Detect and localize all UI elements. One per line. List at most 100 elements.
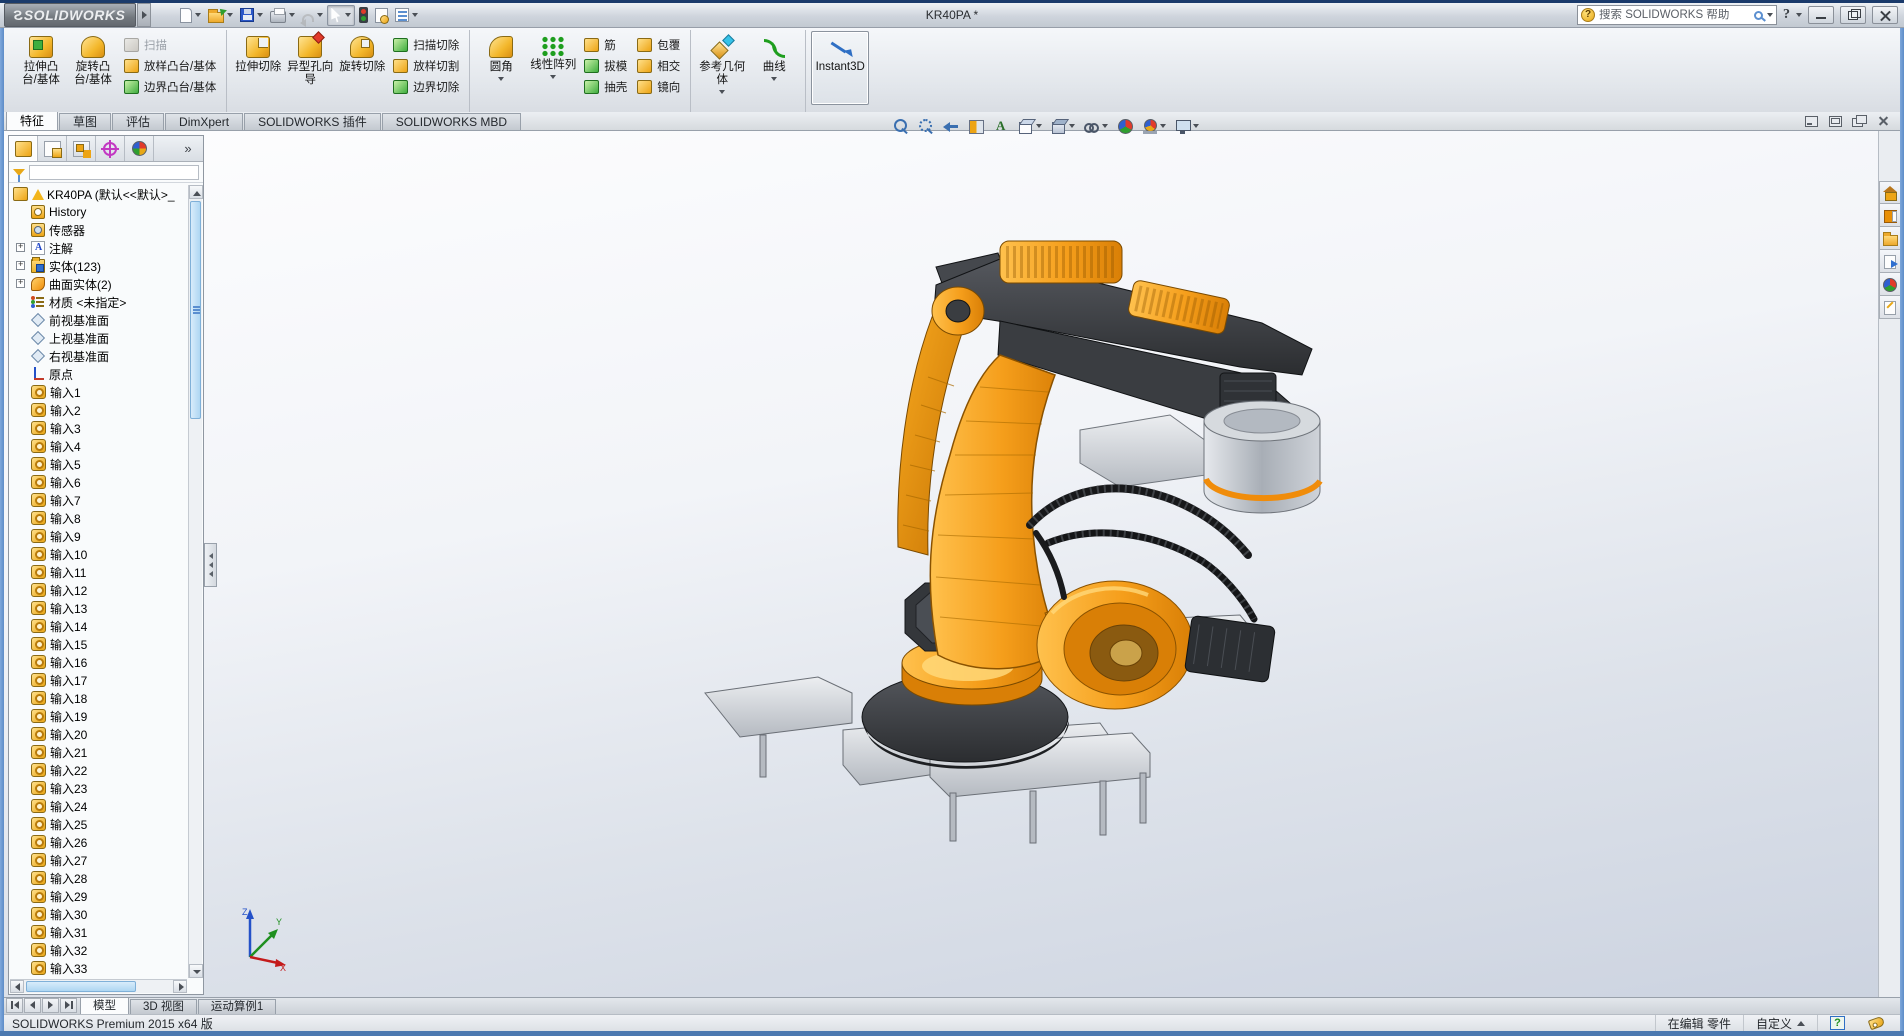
tree-item[interactable]: 输入22 [11, 761, 186, 779]
ribbon-button[interactable]: 放样凸台/基体 [119, 55, 221, 76]
close-button[interactable] [1872, 6, 1898, 24]
quick-access-button[interactable] [299, 7, 326, 24]
ribbon-button[interactable]: 拉伸凸台/基体 [15, 31, 67, 105]
command-tab[interactable]: 草图 [59, 113, 111, 130]
panel-overflow-button[interactable]: » [173, 136, 203, 161]
view-tool-button[interactable] [889, 115, 913, 137]
view-tool-button[interactable] [1047, 115, 1079, 137]
tree-item[interactable]: 输入8 [11, 509, 186, 527]
tree-item[interactable]: 右视基准面 [11, 347, 186, 365]
doc-restore-button[interactable] [1826, 114, 1844, 128]
ribbon-button[interactable]: 拔模 [579, 55, 632, 76]
search-icon[interactable] [1754, 11, 1763, 20]
search-options-caret[interactable] [1767, 13, 1773, 17]
flyout-caret-icon[interactable] [498, 77, 504, 81]
task-pane-tab[interactable] [1879, 250, 1900, 273]
quick-access-button[interactable] [237, 6, 266, 24]
dropdown-caret-icon[interactable] [227, 13, 233, 17]
dropdown-caret-icon[interactable] [257, 13, 263, 17]
tree-item[interactable]: 原点 [11, 365, 186, 383]
robot-3d-model[interactable] [700, 225, 1380, 855]
document-tab[interactable]: 运动算例1 [198, 999, 276, 1014]
status-help[interactable] [1817, 1015, 1857, 1031]
tree-item[interactable]: 曲面实体(2) [11, 275, 186, 293]
help-caret[interactable] [1796, 13, 1802, 17]
tree-item[interactable]: 输入30 [11, 905, 186, 923]
tree-item[interactable]: 输入14 [11, 617, 186, 635]
quick-access-button[interactable] [205, 6, 236, 25]
tree-item[interactable]: 输入33 [11, 959, 186, 977]
dropdown-caret-icon[interactable] [195, 13, 201, 17]
task-pane-tab[interactable] [1879, 273, 1900, 296]
ribbon-button[interactable]: 包覆 [632, 34, 685, 55]
ribbon-button[interactable]: 扫描 [119, 34, 221, 55]
ribbon-button[interactable]: 拉伸切除 [232, 31, 284, 105]
help-button[interactable]: ? [1783, 7, 1790, 23]
next-tab-button[interactable] [42, 998, 59, 1013]
last-tab-button[interactable] [60, 998, 77, 1013]
panel-splitter-handle[interactable] [204, 543, 217, 587]
tree-item[interactable]: History [11, 203, 186, 221]
ribbon-button[interactable]: 镜向 [632, 76, 685, 97]
quick-access-button[interactable] [392, 6, 421, 24]
doc-close-button[interactable] [1874, 114, 1892, 128]
flyout-caret-icon[interactable] [771, 77, 777, 81]
dropdown-caret-icon[interactable] [317, 13, 323, 17]
tree-item[interactable]: 输入7 [11, 491, 186, 509]
tree-root-item[interactable]: KR40PA (默认<<默认>_ [11, 185, 186, 203]
task-pane-tab[interactable] [1879, 227, 1900, 250]
command-tab[interactable]: SOLIDWORKS 插件 [244, 113, 381, 130]
restore-button[interactable] [1840, 6, 1866, 24]
status-tag[interactable] [1857, 1015, 1900, 1031]
ribbon-button[interactable]: 筋 [579, 34, 632, 55]
tree-item[interactable]: 注解 [11, 239, 186, 257]
tree-item[interactable]: 输入5 [11, 455, 186, 473]
command-tab[interactable]: SOLIDWORKS MBD [382, 113, 521, 130]
tree-item[interactable]: 输入23 [11, 779, 186, 797]
tree-item[interactable]: 输入9 [11, 527, 186, 545]
ribbon-button[interactable]: 线性阵列 [527, 31, 579, 105]
tree-item[interactable]: 输入10 [11, 545, 186, 563]
tree-item[interactable]: 输入25 [11, 815, 186, 833]
document-tab[interactable]: 3D 视图 [130, 999, 197, 1014]
quick-access-button[interactable] [177, 6, 204, 25]
tree-item[interactable]: 输入21 [11, 743, 186, 761]
flyout-caret-icon[interactable] [1160, 124, 1166, 128]
customize-button[interactable]: 自定义 [1743, 1015, 1817, 1031]
ribbon-button[interactable]: 放样切割 [388, 55, 464, 76]
ribbon-button[interactable]: 扫描切除 [388, 34, 464, 55]
ribbon-button[interactable]: 旋转凸台/基体 [67, 31, 119, 105]
tree-item[interactable]: 输入24 [11, 797, 186, 815]
ribbon-button[interactable]: Instant3D [811, 31, 869, 105]
previous-tab-button[interactable] [24, 998, 41, 1013]
quick-access-button[interactable] [267, 6, 298, 25]
doc-cascade-button[interactable] [1850, 114, 1868, 128]
tree-item[interactable]: 输入1 [11, 383, 186, 401]
help-search-box[interactable] [1577, 5, 1777, 25]
ribbon-button[interactable]: 异型孔向导 [284, 31, 336, 105]
tree-item[interactable]: 传感器 [11, 221, 186, 239]
doc-minimize-button[interactable] [1802, 114, 1820, 128]
tree-item[interactable]: 输入32 [11, 941, 186, 959]
menu-flyout-button[interactable] [137, 3, 151, 27]
scroll-right-button[interactable] [173, 980, 187, 993]
tree-item[interactable]: 输入17 [11, 671, 186, 689]
panel-tab[interactable] [9, 136, 38, 161]
task-pane-tab[interactable] [1879, 296, 1900, 319]
tree-item[interactable]: 输入4 [11, 437, 186, 455]
command-tab[interactable]: 评估 [112, 113, 164, 130]
tree-item[interactable]: 输入16 [11, 653, 186, 671]
view-tool-button[interactable] [989, 115, 1013, 137]
expand-toggle[interactable] [16, 243, 25, 252]
flyout-caret-icon[interactable] [719, 90, 725, 94]
tree-item[interactable]: 输入29 [11, 887, 186, 905]
tree-item[interactable]: 输入12 [11, 581, 186, 599]
tree-item[interactable]: 输入20 [11, 725, 186, 743]
view-tool-button[interactable] [1171, 115, 1203, 137]
dropdown-caret-icon[interactable] [345, 13, 351, 17]
tree-item[interactable]: 输入3 [11, 419, 186, 437]
ribbon-button[interactable]: 参考几何体 [696, 31, 748, 105]
view-tool-button[interactable] [1080, 115, 1112, 137]
ribbon-button[interactable]: 边界凸台/基体 [119, 76, 221, 97]
flyout-caret-icon[interactable] [1193, 124, 1199, 128]
